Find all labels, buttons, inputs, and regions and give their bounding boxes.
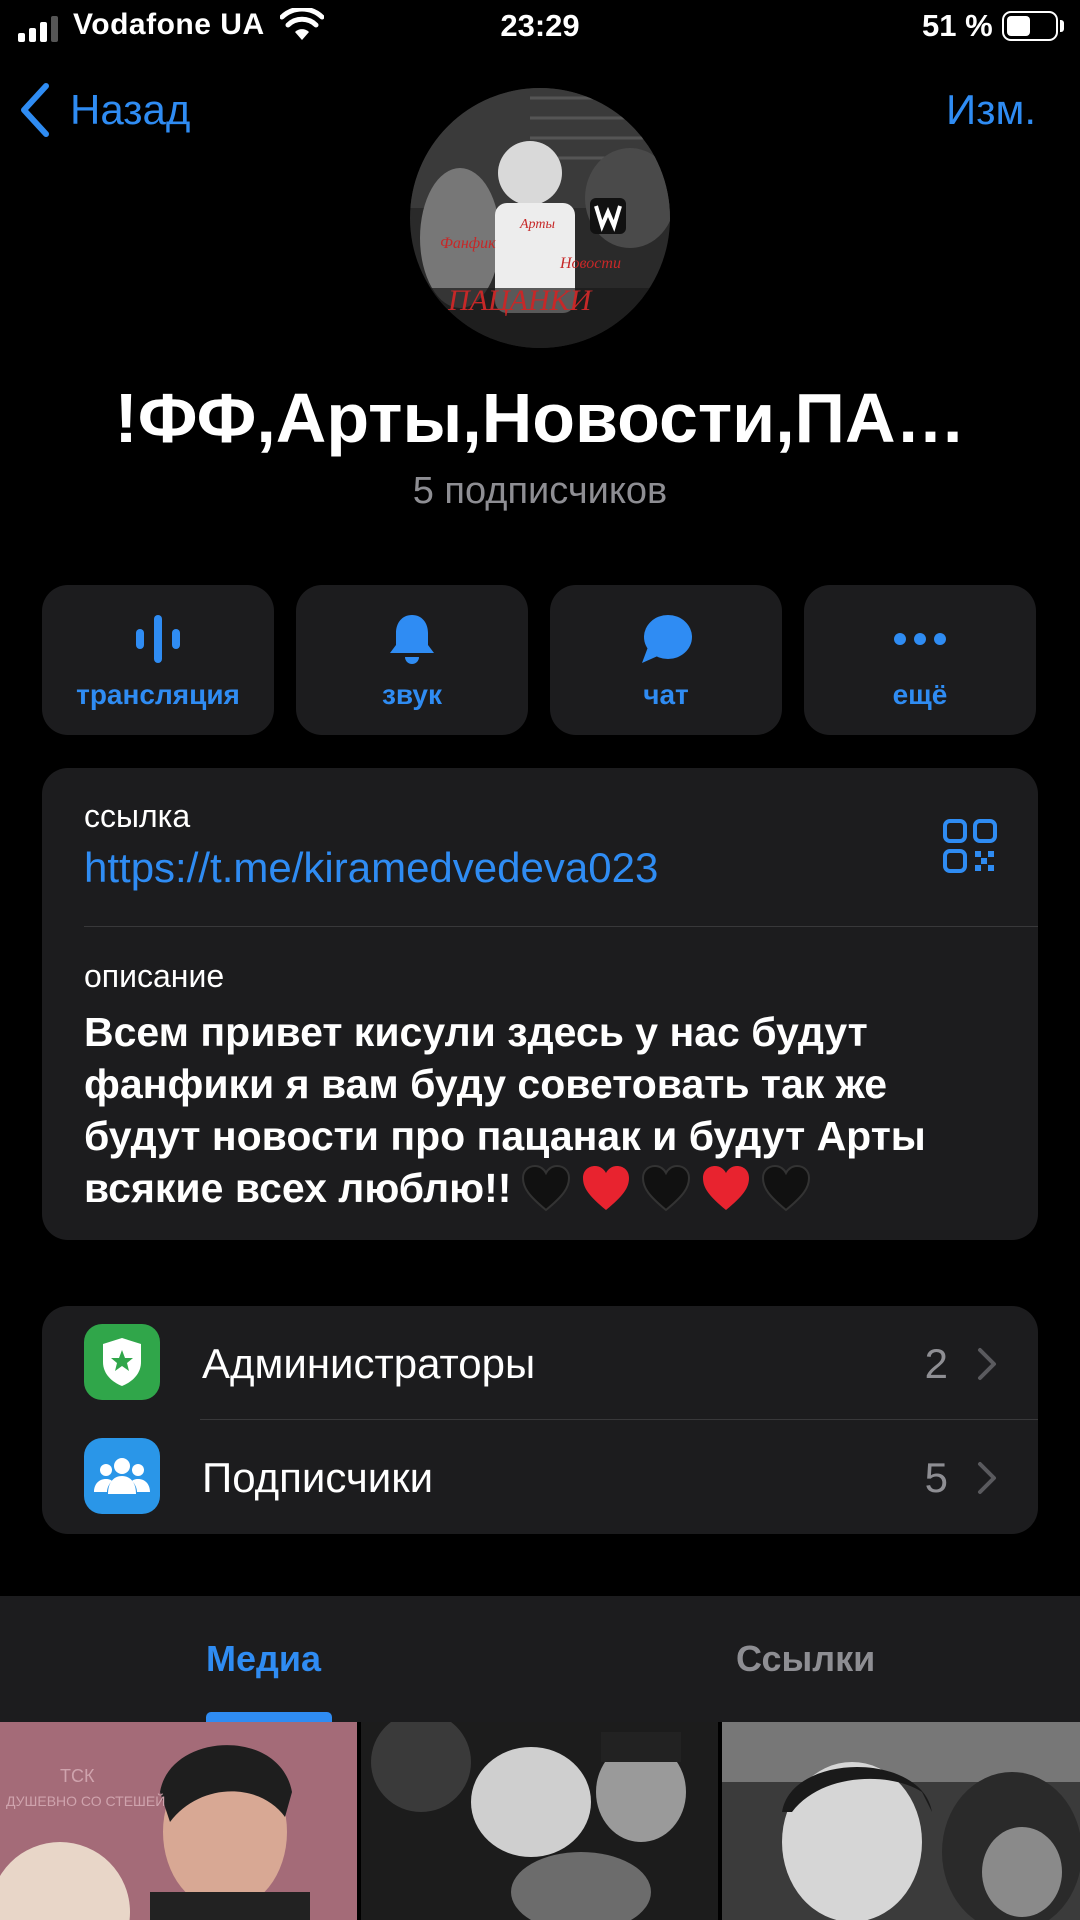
live-stream-label: трансляция — [76, 679, 240, 710]
members-list-card: Администраторы 2 Подписчики 5 — [42, 1306, 1038, 1534]
chevron-right-icon — [978, 1348, 996, 1380]
channel-avatar[interactable]: Фанфик Арты Новости ПАЦАНКИ — [410, 88, 670, 348]
live-stream-button[interactable]: трансляция — [42, 585, 274, 735]
avatar-text-main: ПАЦАНКИ — [447, 284, 594, 317]
clock: 23:29 — [500, 8, 580, 43]
media-thumbnail[interactable]: ТСК ДУШЕВНО СО СТЕШЕЙ — [0, 1722, 357, 1920]
red-heart-emoji — [581, 1164, 631, 1212]
channel-description: Всем привет кисули здесь у нас будут фан… — [84, 1006, 1004, 1214]
media-overlay-text: ДУШЕВНО СО СТЕШЕЙ — [6, 1792, 165, 1809]
subscribers-count: 5 — [924, 1454, 948, 1501]
battery-tip — [1060, 20, 1064, 32]
sound-label: звук — [381, 679, 443, 710]
more-button[interactable]: ещё — [804, 585, 1036, 735]
media-tabs: Медиа Ссылки — [0, 1596, 1080, 1722]
administrators-label: Администраторы — [202, 1340, 536, 1387]
battery-percent: 51 % — [922, 8, 993, 43]
more-label: ещё — [892, 679, 948, 710]
admin-shield-icon — [84, 1324, 160, 1400]
tab-links[interactable]: Ссылки — [736, 1638, 875, 1680]
avatar-text-fanfic: Фанфик — [440, 235, 496, 252]
administrators-row[interactable]: Администраторы 2 — [42, 1306, 1038, 1420]
chat-bubble-icon — [642, 615, 692, 663]
back-button[interactable]: Назад — [18, 80, 190, 140]
battery-icon — [1002, 11, 1058, 41]
black-heart-emoji — [761, 1164, 811, 1212]
chat-button[interactable]: чат — [550, 585, 782, 735]
bell-icon — [390, 615, 434, 664]
avatar-text-arts: Арты — [519, 217, 555, 232]
channel-title: !ФФ,Арты,Новости,ПА… — [114, 379, 966, 457]
avatar-text-news: Новости — [559, 255, 621, 272]
back-label: Назад — [70, 86, 191, 133]
black-heart-emoji — [641, 1164, 691, 1212]
chevron-right-icon — [978, 1462, 996, 1494]
black-heart-emoji — [521, 1164, 571, 1212]
subscribers-label: Подписчики — [202, 1454, 434, 1501]
media-thumbnail[interactable] — [722, 1722, 1080, 1920]
status-bar: Vodafone UA 23:29 51 % — [0, 0, 1080, 56]
subscriber-count: 5 подписчиков — [412, 470, 668, 512]
info-divider — [84, 926, 1038, 927]
subscribers-row[interactable]: Подписчики 5 — [42, 1420, 1038, 1534]
qr-code-icon[interactable] — [942, 818, 998, 874]
channel-info-card: ссылка https://t.me/kiramedvedeva023 опи… — [42, 768, 1038, 1240]
channel-link[interactable]: https://t.me/kiramedvedeva023 — [84, 844, 658, 892]
media-overlay-text: ТСК — [60, 1766, 95, 1786]
red-heart-emoji — [701, 1164, 751, 1212]
chevron-left-icon — [21, 83, 49, 137]
sound-button[interactable]: звук — [296, 585, 528, 735]
administrators-count: 2 — [924, 1340, 948, 1387]
live-stream-icon — [136, 615, 180, 663]
edit-button[interactable]: Изм. — [946, 86, 1036, 134]
more-dots-icon — [894, 633, 946, 645]
description-caption: описание — [84, 958, 225, 994]
media-thumbnail[interactable] — [361, 1722, 718, 1920]
tab-media[interactable]: Медиа — [206, 1638, 321, 1680]
chat-label: чат — [643, 679, 689, 710]
link-caption: ссылка — [84, 798, 191, 834]
active-tab-indicator — [206, 1712, 332, 1722]
subscribers-icon — [84, 1438, 160, 1514]
